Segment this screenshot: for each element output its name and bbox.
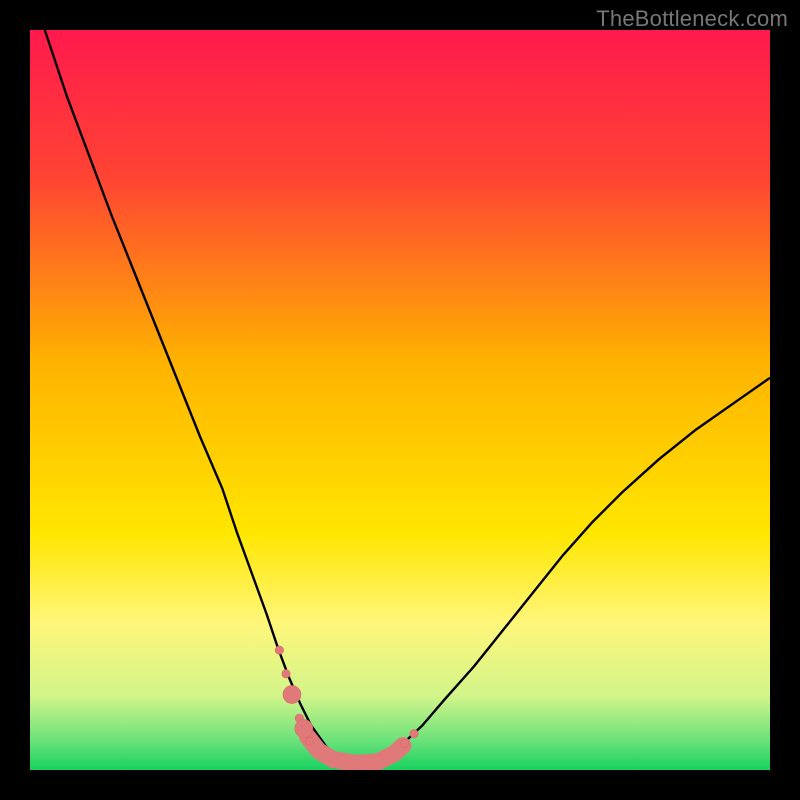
marker-dot: [410, 730, 418, 738]
gradient-background: [30, 30, 770, 770]
marker-dot: [400, 739, 408, 747]
marker-dot: [295, 720, 313, 738]
marker-dot: [306, 737, 314, 745]
watermark-text: TheBottleneck.com: [596, 6, 788, 32]
marker-dot: [275, 646, 283, 654]
chart-frame: TheBottleneck.com: [0, 0, 800, 800]
marker-dot: [282, 670, 290, 678]
plot-area: [30, 30, 770, 770]
chart-svg: [30, 30, 770, 770]
marker-dot: [283, 686, 301, 704]
